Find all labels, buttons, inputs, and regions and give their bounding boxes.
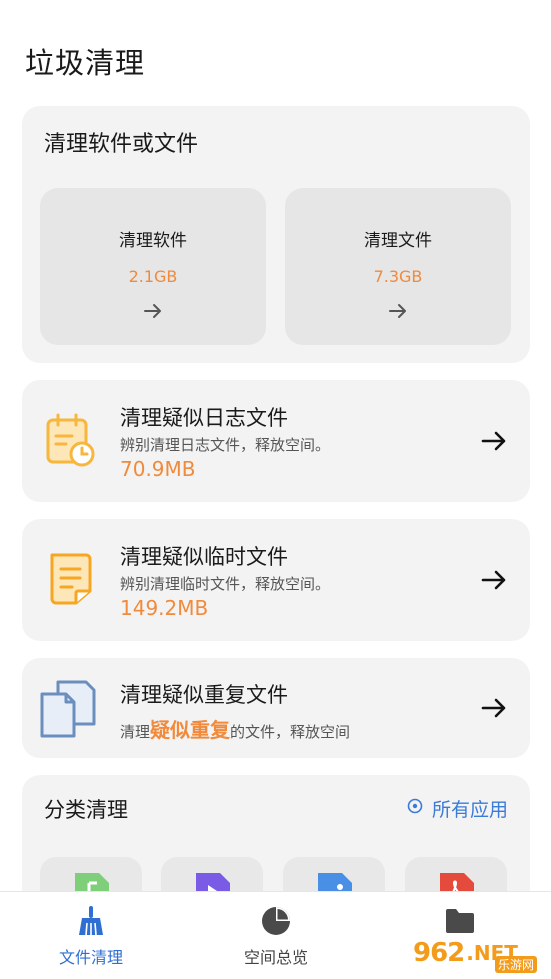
clean-log-files-card[interactable]: 清理疑似日志文件 辨别清理日志文件，释放空间。 70.9MB xyxy=(22,380,530,502)
desc-prefix: 清理 xyxy=(120,723,151,741)
tile-size: 7.3GB xyxy=(373,267,423,286)
arrow-right-icon xyxy=(285,300,511,322)
document-icon xyxy=(40,549,100,609)
page-title: 垃圾清理 xyxy=(25,46,146,80)
clean-temp-files-card[interactable]: 清理疑似临时文件 辨别清理临时文件，释放空间。 149.2MB xyxy=(22,519,530,641)
watermark-sub: 乐游网 xyxy=(494,956,537,973)
site-watermark: 962 .NET 乐游网 xyxy=(413,933,543,973)
card-description: 辨别清理日志文件，释放空间。 xyxy=(120,436,331,454)
pie-chart-icon xyxy=(206,904,346,938)
clean-duplicate-files-card[interactable]: 清理疑似重复文件 清理疑似重复的文件，释放空间 xyxy=(22,658,530,758)
duplicate-files-icon xyxy=(38,678,98,738)
card-title: 清理疑似重复文件 xyxy=(120,683,288,707)
watermark-number: 962 xyxy=(413,938,465,968)
clean-software-or-file-card: 清理软件或文件 清理软件 2.1GB 清理文件 7.3GB xyxy=(22,106,530,363)
broom-icon xyxy=(21,904,161,938)
desc-suffix: 的文件，释放空间 xyxy=(230,723,351,741)
card-title: 清理软件或文件 xyxy=(44,132,199,157)
card-description: 辨别清理临时文件，释放空间。 xyxy=(120,575,331,593)
card-title: 清理疑似临时文件 xyxy=(120,545,288,569)
clean-files-tile[interactable]: 清理文件 7.3GB xyxy=(285,188,511,345)
bottom-navigation: 文件清理 空间总览 962 .NET 乐游网 xyxy=(0,891,551,979)
all-apps-label: 所有应用 xyxy=(431,799,508,821)
desc-highlight: 疑似重复 xyxy=(150,718,231,742)
tile-label: 清理文件 xyxy=(364,231,432,251)
tile-size: 2.1GB xyxy=(128,267,178,286)
nav-space-overview[interactable]: 空间总览 xyxy=(206,904,346,968)
arrow-right-icon xyxy=(480,427,508,455)
nav-file-clean[interactable]: 文件清理 xyxy=(21,904,161,968)
card-size: 149.2MB xyxy=(120,596,209,620)
card-title: 分类清理 xyxy=(44,798,128,822)
target-icon xyxy=(406,797,424,820)
calendar-clock-icon xyxy=(40,410,100,470)
clean-software-tile[interactable]: 清理软件 2.1GB xyxy=(40,188,266,345)
arrow-right-icon xyxy=(480,566,508,594)
arrow-right-icon xyxy=(40,300,266,322)
card-size: 70.9MB xyxy=(120,457,196,481)
all-apps-link[interactable]: 所有应用 xyxy=(406,795,508,822)
card-title: 清理疑似日志文件 xyxy=(120,406,288,430)
tile-label: 清理软件 xyxy=(119,231,187,251)
arrow-right-icon xyxy=(480,694,508,722)
nav-label: 文件清理 xyxy=(58,948,123,967)
nav-label: 空间总览 xyxy=(243,948,308,967)
card-description: 清理疑似重复的文件，释放空间 xyxy=(120,714,350,743)
